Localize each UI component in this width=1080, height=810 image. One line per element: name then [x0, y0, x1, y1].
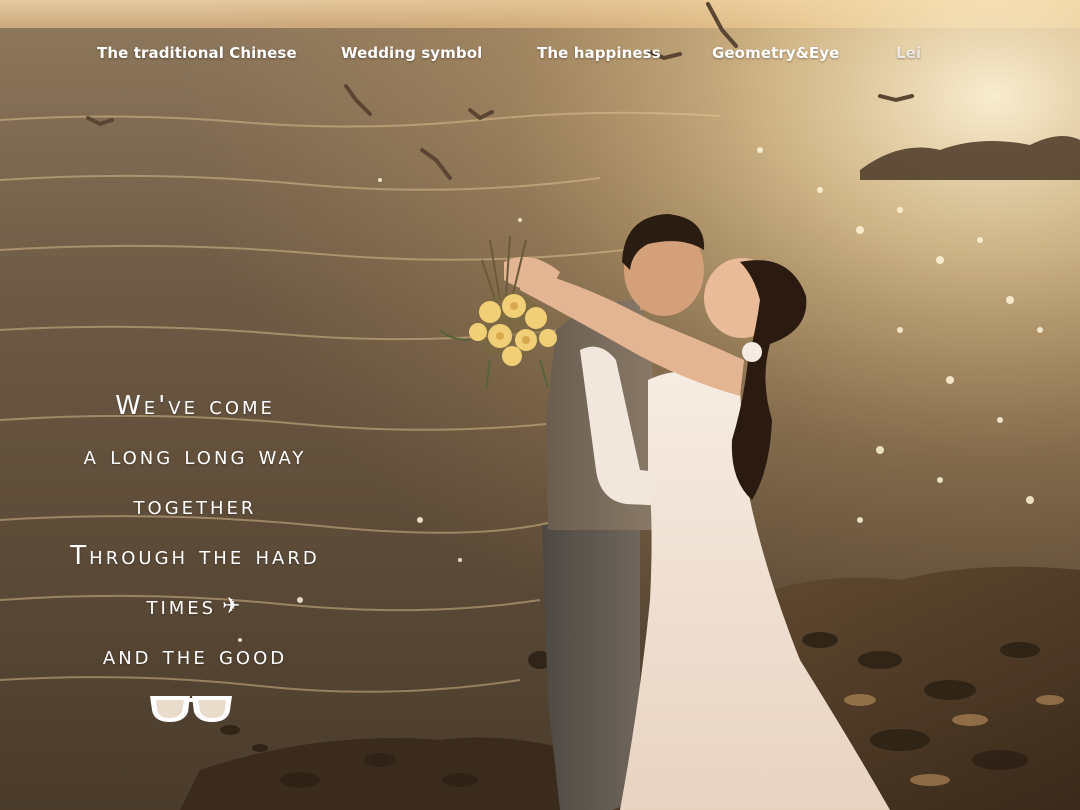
photo-page: The traditional Chinese Wedding symbol T… — [0, 0, 1080, 810]
nav-item-geometry-eye[interactable]: Geometry&Eye — [712, 44, 839, 62]
nav-item-happiness[interactable]: The happiness — [537, 44, 661, 62]
nav-item-lei[interactable]: Lei — [896, 44, 921, 62]
nav-item-traditional-chinese[interactable]: The traditional Chinese — [97, 44, 297, 62]
top-nav: The traditional Chinese Wedding symbol T… — [0, 44, 1080, 68]
poem-line: and the good — [102, 641, 288, 671]
poem-text: We've come a long long way together Thro… — [30, 386, 360, 686]
poem-line: Through the hard — [70, 541, 320, 571]
airplane-icon: ✈ — [222, 593, 244, 619]
poem-line: We've come — [115, 391, 275, 421]
poem-line-times: times ✈ — [30, 586, 360, 636]
poem-line: a long long way — [83, 441, 307, 471]
sunglasses-icon — [150, 696, 232, 722]
poem-line: together — [133, 491, 257, 521]
poem-line-text: times — [146, 591, 217, 621]
nav-item-wedding-symbol[interactable]: Wedding symbol — [341, 44, 482, 62]
